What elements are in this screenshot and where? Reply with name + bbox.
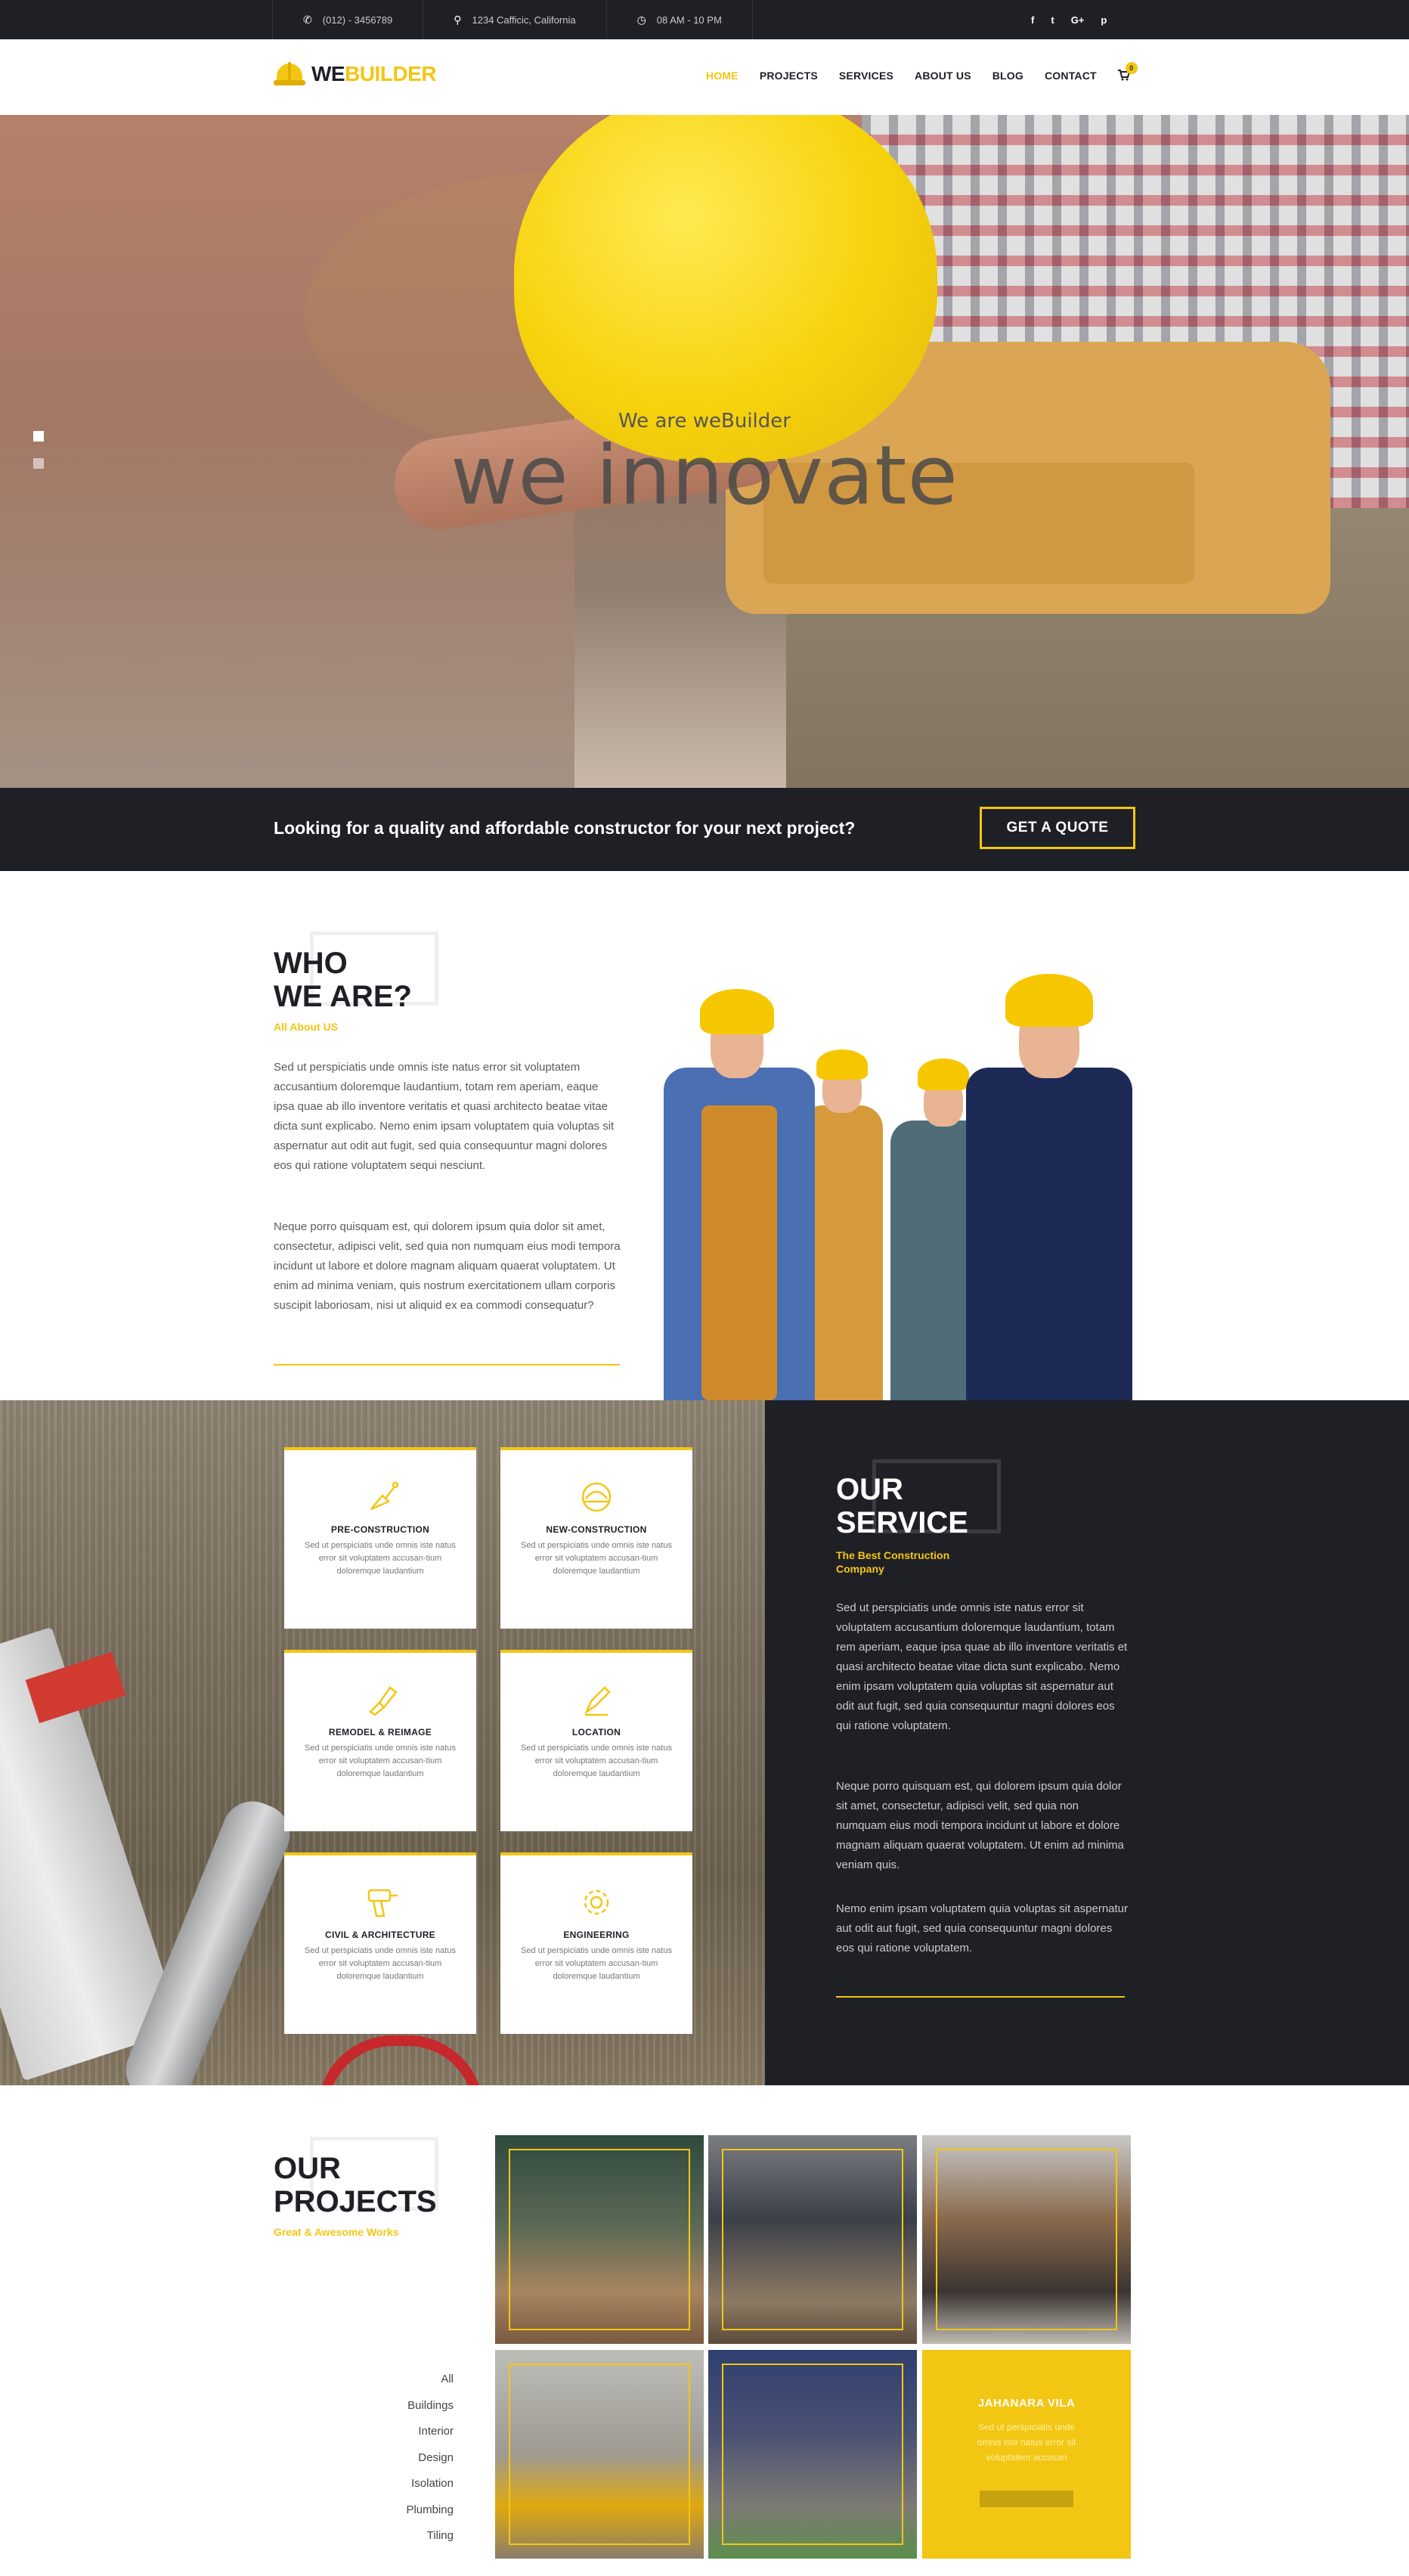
service-card-location[interactable]: LOCATION Sed ut perspiciatis unde omnis … <box>500 1650 692 1831</box>
service-card-pre-construction[interactable]: PRE-CONSTRUCTION Sed ut perspiciatis und… <box>284 1447 476 1629</box>
filter-interior[interactable]: Interior <box>363 2419 454 2445</box>
location-pin-icon: ⚲ <box>454 13 462 26</box>
nav-services[interactable]: SERVICES <box>839 70 893 82</box>
about-divider <box>274 1364 620 1365</box>
cart-button[interactable]: 0 <box>1117 62 1138 83</box>
social-links: f t G+ p <box>1031 0 1107 39</box>
service-card-title: PRE-CONSTRUCTION <box>330 1524 430 1535</box>
service-paragraph-2: Neque porro quisquam est, qui dolorem ip… <box>836 1780 1125 1871</box>
twitter-icon[interactable]: t <box>1051 14 1054 26</box>
filter-plumbing[interactable]: Plumbing <box>363 2497 454 2524</box>
address-text: 1234 Cafficic, California <box>472 14 576 26</box>
filter-buildings[interactable]: Buildings <box>363 2393 454 2419</box>
project-view-button[interactable] <box>980 2491 1073 2507</box>
service-title: OUR SERVICE <box>836 1473 968 1539</box>
hours-info: ◷ 08 AM - 10 PM <box>607 0 753 39</box>
service-card-title: ENGINEERING <box>563 1930 630 1940</box>
projects-title: OUR PROJECTS <box>274 2152 437 2218</box>
nav-projects[interactable]: PROJECTS <box>760 70 818 82</box>
construction-workers-image <box>649 945 1135 1400</box>
slider-dot-2[interactable] <box>33 458 44 469</box>
service-card-engineering[interactable]: ENGINEERING Sed ut perspiciatis unde omn… <box>500 1852 692 2034</box>
hero-slider: We are weBuilder we innovate <box>0 115 1409 788</box>
project-tile-featured[interactable]: JAHANARA VILA Sed ut perspiciatis unde o… <box>922 2350 1131 2559</box>
service-card-desc: Sed ut perspiciatis unde omnis iste natu… <box>521 1744 672 1778</box>
project-tile[interactable] <box>495 2135 704 2344</box>
service-card-remodel[interactable]: REMODEL & REIMAGE Sed ut perspiciatis un… <box>284 1650 476 1831</box>
slider-dots <box>33 431 44 469</box>
filter-all[interactable]: All <box>363 2367 454 2393</box>
pinterest-icon[interactable]: p <box>1101 14 1107 26</box>
about-subtitle: All About US <box>274 1021 339 1033</box>
nav-about-us[interactable]: ABOUT US <box>915 70 971 82</box>
service-card-desc: Sed ut perspiciatis unde omnis iste natu… <box>521 1541 672 1576</box>
service-card-new-construction[interactable]: NEW-CONSTRUCTION Sed ut perspiciatis und… <box>500 1447 692 1629</box>
service-info-panel: OUR SERVICE The Best Construction Company … <box>765 1400 1409 2085</box>
contact-info: ✆ (012) - 3456789 ⚲ 1234 Cafficic, Calif… <box>272 0 753 39</box>
quote-banner: Looking for a quality and affordable con… <box>0 788 1409 871</box>
helmet-icon <box>500 1479 692 1514</box>
gear-icon <box>500 1884 692 1919</box>
phone-info: ✆ (012) - 3456789 <box>272 0 424 39</box>
projects-subtitle: Great & Awesome Works <box>274 2226 399 2238</box>
nav-home[interactable]: HOME <box>706 70 739 82</box>
location-pen-icon <box>500 1682 692 1716</box>
hours-text: 08 AM - 10 PM <box>656 14 722 26</box>
hero-title: we innovate <box>451 429 958 523</box>
service-card-desc: Sed ut perspiciatis unde omnis iste natu… <box>305 1541 456 1576</box>
phone-text: (012) - 3456789 <box>322 14 393 26</box>
about-paragraph-1: Sed ut perspiciatis unde omnis iste natu… <box>274 1061 615 1172</box>
project-tile[interactable] <box>708 2135 917 2344</box>
filter-design[interactable]: Design <box>363 2445 454 2472</box>
main-header: WEBUILDER HOME PROJECTS SERVICES ABOUT U… <box>0 39 1409 115</box>
trowel-icon <box>284 1479 476 1514</box>
quote-banner-text: Looking for a quality and affordable con… <box>274 818 856 838</box>
drill-icon <box>284 1884 476 1919</box>
logo[interactable]: WEBUILDER <box>274 60 437 88</box>
filter-tiling[interactable]: Tiling <box>363 2523 454 2550</box>
logo-text: WEBUILDER <box>311 62 437 85</box>
facebook-icon[interactable]: f <box>1031 14 1034 26</box>
project-title: JAHANARA VILA <box>977 2397 1076 2410</box>
clock-icon: ◷ <box>636 13 646 26</box>
main-nav: HOME PROJECTS SERVICES ABOUT US BLOG CON… <box>706 62 1138 83</box>
filter-isolation[interactable]: Isolation <box>363 2471 454 2497</box>
project-tile[interactable] <box>922 2135 1131 2344</box>
paintbrush-icon <box>284 1682 476 1716</box>
phone-icon: ✆ <box>303 13 312 26</box>
project-filters: All Buildings Interior Design Isolation … <box>363 2367 454 2550</box>
project-tile[interactable] <box>495 2350 704 2559</box>
project-desc: Sed ut perspiciatis unde omnis iste natu… <box>977 2422 1076 2463</box>
slider-dot-1[interactable] <box>33 431 44 442</box>
service-paragraph-3: Nemo enim ipsam voluptatem quia voluptas… <box>836 1902 1129 1954</box>
nav-blog[interactable]: BLOG <box>992 70 1023 82</box>
service-card-desc: Sed ut perspiciatis unde omnis iste natu… <box>305 1946 456 1981</box>
service-divider <box>836 1996 1125 1998</box>
address-info: ⚲ 1234 Cafficic, California <box>423 0 607 39</box>
service-paragraph-1: Sed ut perspiciatis unde omnis iste natu… <box>836 1601 1128 1732</box>
top-bar: ✆ (012) - 3456789 ⚲ 1234 Cafficic, Calif… <box>0 0 1409 39</box>
get-quote-button[interactable]: GET A QUOTE <box>980 807 1135 849</box>
nav-contact[interactable]: CONTACT <box>1045 70 1097 82</box>
cart-count-badge: 0 <box>1125 62 1138 74</box>
about-title: WHO WE ARE? <box>274 947 412 1013</box>
service-card-title: REMODEL & REIMAGE <box>328 1727 432 1737</box>
service-card-title: LOCATION <box>571 1727 621 1737</box>
service-card-title: CIVIL & ARCHITECTURE <box>324 1930 435 1940</box>
service-card-desc: Sed ut perspiciatis unde omnis iste natu… <box>305 1744 456 1778</box>
service-card-desc: Sed ut perspiciatis unde omnis iste natu… <box>521 1946 672 1981</box>
service-subtitle: The Best Construction Company <box>836 1549 950 1575</box>
about-paragraph-2: Neque porro quisquam est, qui dolorem ip… <box>274 1220 621 1312</box>
helmet-logo-icon <box>274 60 305 88</box>
google-plus-icon[interactable]: G+ <box>1071 14 1085 26</box>
service-card-title: NEW-CONSTRUCTION <box>546 1524 647 1535</box>
service-card-civil-architecture[interactable]: CIVIL & ARCHITECTURE Sed ut perspiciatis… <box>284 1852 476 2034</box>
project-tile[interactable] <box>708 2350 917 2559</box>
